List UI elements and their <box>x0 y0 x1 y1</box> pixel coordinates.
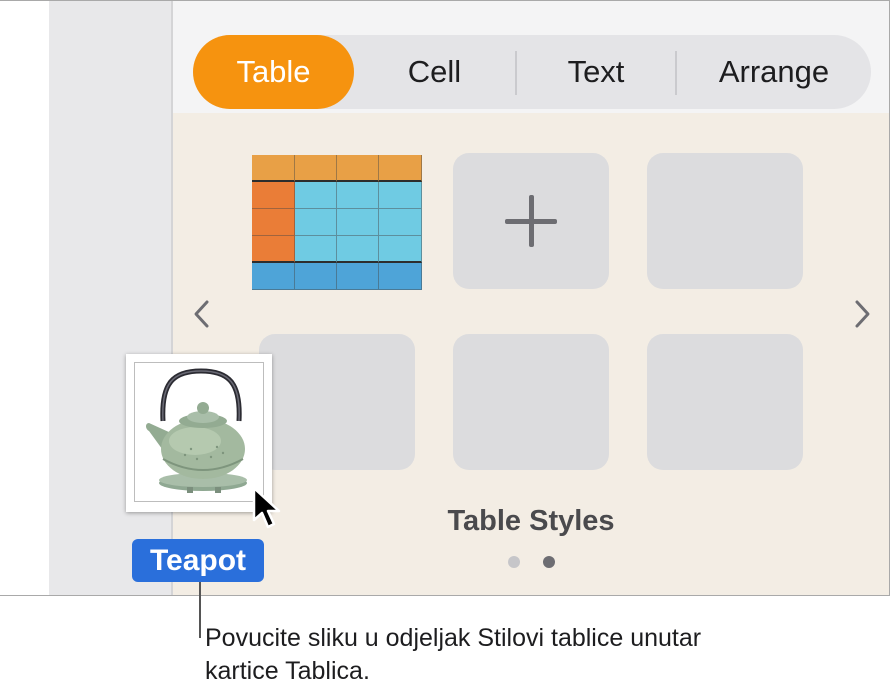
teapot-photo <box>134 362 264 502</box>
callout-line <box>199 582 201 638</box>
tab-cell[interactable]: Cell <box>354 35 515 109</box>
table-style-thumbnail[interactable] <box>252 155 422 290</box>
chevron-left-icon[interactable] <box>191 299 213 329</box>
chevron-right-icon[interactable] <box>851 299 873 329</box>
pointer-cursor-icon <box>252 486 284 535</box>
callout-text: Povucite sliku u odjeljak Stilovi tablic… <box>205 624 702 685</box>
format-tab-bar: Table Cell Text Arrange <box>193 35 871 109</box>
table-style-slot-empty[interactable] <box>453 334 609 470</box>
add-table-style-button[interactable] <box>453 153 609 289</box>
document-canvas <box>0 1 49 595</box>
page-indicator-dot-active[interactable] <box>543 556 555 568</box>
table-style-slot-empty[interactable] <box>647 334 803 470</box>
table-style-slot-empty[interactable] <box>259 334 415 470</box>
tab-text[interactable]: Text <box>517 35 675 109</box>
table-style-slot-empty[interactable] <box>647 153 803 289</box>
drag-item-label: Teapot <box>132 539 264 582</box>
dragged-image[interactable] <box>126 354 272 512</box>
tab-table[interactable]: Table <box>193 35 354 109</box>
tab-arrange[interactable]: Arrange <box>677 35 871 109</box>
page-indicator-dot[interactable] <box>508 556 520 568</box>
